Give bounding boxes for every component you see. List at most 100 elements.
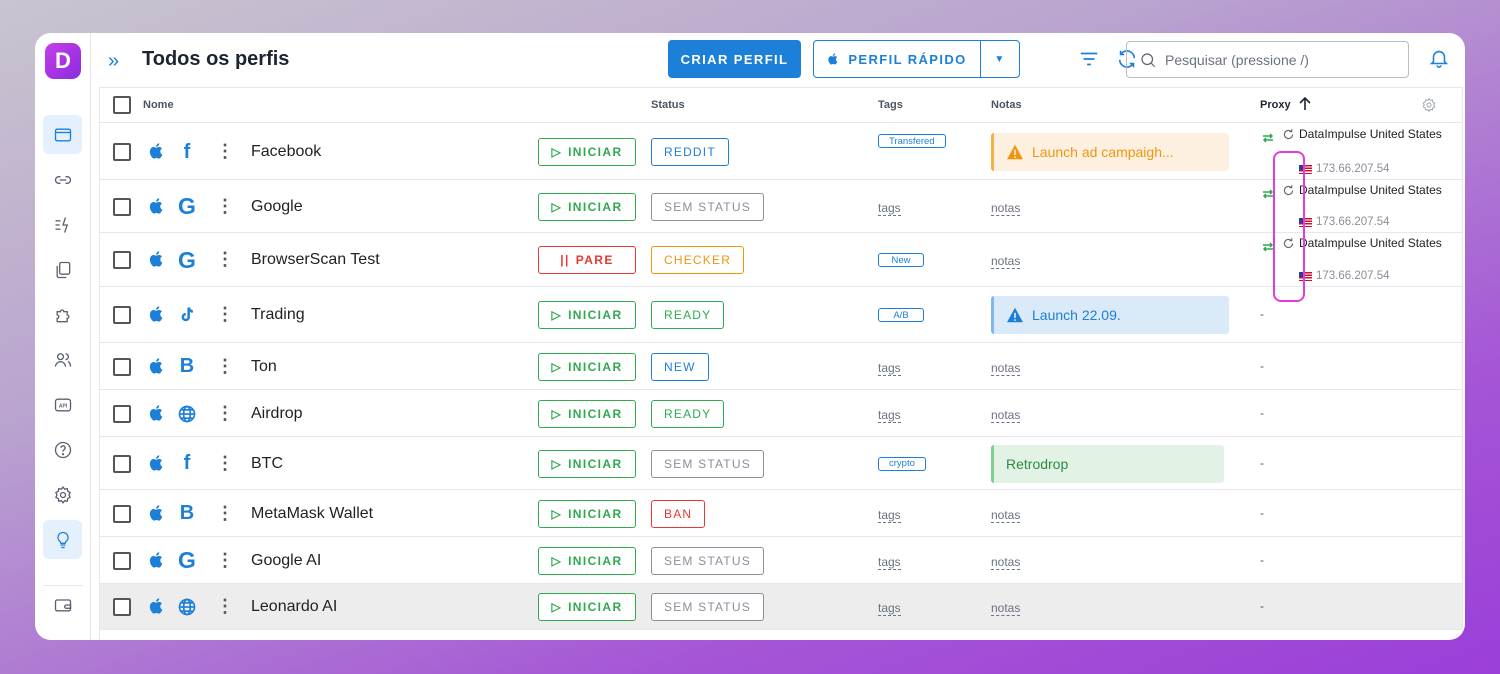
sort-asc-icon[interactable] [1298, 96, 1312, 115]
table-row[interactable]: f ⋮ Facebook ▷ INICIAR REDDIT Transfered Launch… [100, 124, 1462, 180]
notes-placeholder[interactable]: notas [991, 408, 1021, 423]
header-notes[interactable]: Notas [991, 99, 1022, 111]
table-row[interactable]: ⋮ Trading ▷ INICIAR READY A/B Launch 22.09. - [100, 287, 1462, 343]
row-menu-icon[interactable]: ⋮ [216, 404, 234, 422]
status-badge[interactable]: SEM STATUS [651, 593, 764, 621]
profile-name[interactable]: Google [251, 198, 303, 216]
row-checkbox[interactable] [113, 357, 131, 376]
row-checkbox[interactable] [113, 251, 131, 269]
filter-icon[interactable] [1078, 48, 1102, 72]
start-button[interactable]: ▷ INICIAR [538, 399, 636, 428]
stop-button[interactable]: || PARE [538, 246, 636, 274]
search-field[interactable] [1126, 41, 1409, 78]
row-menu-icon[interactable]: ⋮ [216, 250, 234, 268]
tags-placeholder[interactable]: tags [878, 408, 901, 423]
automation-icon[interactable] [43, 205, 82, 244]
proxy-name[interactable]: DataImpulse United States [1299, 127, 1442, 141]
notes-placeholder[interactable]: notas [991, 508, 1021, 523]
gear-icon[interactable] [43, 475, 82, 514]
wallet-icon[interactable] [43, 585, 82, 624]
quick-profile-main[interactable]: PERFIL RÁPIDO [814, 41, 981, 77]
column-settings-gear-icon[interactable] [1421, 97, 1437, 116]
tag-badge[interactable]: New [878, 253, 924, 267]
notes-placeholder[interactable]: notas [991, 555, 1021, 570]
select-all-checkbox[interactable] [113, 96, 131, 114]
tag-badge[interactable]: A/B [878, 308, 924, 322]
note-card[interactable]: Retrodrop [991, 444, 1224, 483]
row-checkbox[interactable] [113, 454, 131, 473]
browser-icon[interactable] [43, 115, 82, 154]
table-row[interactable]: ⋮ Airdrop ▷ INICIAR READY tags notas - [100, 390, 1462, 437]
proxy-refresh-icon[interactable] [1282, 237, 1295, 250]
row-menu-icon[interactable]: ⋮ [216, 597, 234, 615]
table-row[interactable]: B ⋮ MetaMask Wallet ▷ INICIAR BAN tags notas - [100, 490, 1462, 537]
profile-name[interactable]: Trading [251, 306, 305, 324]
search-input[interactable] [1165, 51, 1405, 68]
create-profile-button[interactable]: CRIAR PERFIL [668, 40, 801, 78]
table-row[interactable]: G ⋮ BrowserScan Test || PARE CHECKER New notas D… [100, 233, 1462, 287]
profile-name[interactable]: Leonardo AI [251, 598, 337, 616]
status-badge[interactable]: CHECKER [651, 246, 745, 274]
row-menu-icon[interactable]: ⋮ [216, 454, 234, 472]
profile-name[interactable]: BTC [251, 455, 283, 473]
row-checkbox[interactable] [113, 598, 131, 616]
start-button[interactable]: ▷ INICIAR [538, 301, 636, 329]
profile-name[interactable]: Google AI [251, 552, 321, 570]
start-button[interactable]: ▷ INICIAR [538, 449, 636, 478]
lightbulb-icon[interactable] [43, 520, 82, 559]
row-checkbox[interactable] [113, 306, 131, 324]
table-row[interactable]: G ⋮ Google ▷ INICIAR SEM STATUS tags notas DataI… [100, 180, 1462, 233]
profile-name[interactable]: Facebook [251, 143, 321, 161]
status-badge[interactable]: SEM STATUS [651, 546, 764, 575]
tags-placeholder[interactable]: tags [878, 508, 901, 523]
row-menu-icon[interactable]: ⋮ [216, 357, 234, 375]
start-button[interactable]: ▷ INICIAR [538, 593, 636, 621]
users-icon[interactable] [43, 340, 82, 379]
start-button[interactable]: ▷ INICIAR [538, 499, 636, 528]
help-icon[interactable] [43, 430, 82, 469]
status-badge[interactable]: NEW [651, 352, 709, 381]
row-menu-icon[interactable]: ⋮ [216, 197, 234, 215]
start-button[interactable]: ▷ INICIAR [538, 138, 636, 166]
note-card[interactable]: Launch ad campaigh... [991, 133, 1229, 171]
profile-name[interactable]: Airdrop [251, 405, 303, 423]
puzzle-icon[interactable] [43, 295, 82, 334]
status-badge[interactable]: BAN [651, 499, 706, 528]
notes-placeholder[interactable]: notas [991, 361, 1021, 376]
tags-placeholder[interactable]: tags [878, 201, 901, 216]
note-card[interactable]: Launch 22.09. [991, 296, 1229, 334]
profile-name[interactable]: MetaMask Wallet [251, 505, 373, 523]
row-checkbox[interactable] [113, 197, 131, 216]
tags-placeholder[interactable]: tags [878, 555, 901, 570]
notes-placeholder[interactable]: notas [991, 201, 1021, 216]
status-badge[interactable]: SEM STATUS [651, 192, 764, 221]
header-name[interactable]: Nome [143, 99, 174, 111]
bell-icon[interactable] [1428, 47, 1450, 74]
status-badge[interactable]: READY [651, 399, 725, 428]
tags-placeholder[interactable]: tags [878, 602, 901, 616]
proxy-name[interactable]: DataImpulse United States [1299, 236, 1442, 250]
profile-name[interactable]: Ton [251, 358, 277, 376]
table-row[interactable]: B ⋮ Ton ▷ INICIAR NEW tags notas - [100, 343, 1462, 390]
table-row[interactable]: G ⋮ Google AI ▷ INICIAR SEM STATUS tags notas - [100, 537, 1462, 584]
notes-placeholder[interactable]: notas [991, 255, 1021, 269]
start-button[interactable]: ▷ INICIAR [538, 546, 636, 575]
row-menu-icon[interactable]: ⋮ [216, 305, 234, 323]
status-badge[interactable]: READY [651, 301, 725, 329]
row-menu-icon[interactable]: ⋮ [216, 504, 234, 522]
row-checkbox[interactable] [113, 551, 131, 570]
row-checkbox[interactable] [113, 404, 131, 423]
start-button[interactable]: ▷ INICIAR [538, 192, 636, 221]
header-proxy[interactable]: Proxy [1260, 99, 1291, 111]
proxy-refresh-icon[interactable] [1282, 184, 1295, 197]
tags-placeholder[interactable]: tags [878, 361, 901, 376]
app-logo[interactable]: D [45, 43, 81, 79]
link-icon[interactable] [43, 160, 82, 199]
row-menu-icon[interactable]: ⋮ [216, 551, 234, 569]
row-checkbox[interactable] [113, 143, 131, 161]
proxy-refresh-icon[interactable] [1282, 128, 1295, 141]
tag-badge[interactable]: crypto [878, 456, 926, 471]
api-icon[interactable]: API [43, 385, 82, 424]
notes-placeholder[interactable]: notas [991, 602, 1021, 616]
copy-icon[interactable] [43, 250, 82, 289]
